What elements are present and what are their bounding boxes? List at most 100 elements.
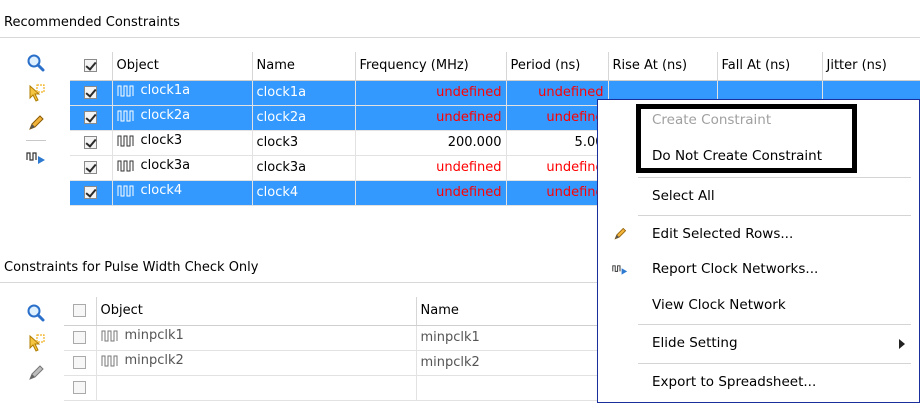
context-menu: Create Constraint Do Not Create Constrai… [597, 99, 920, 403]
object-cell[interactable]: minpclk2 [96, 350, 417, 376]
frequency-cell[interactable]: 200.000 [355, 130, 507, 156]
row-checkbox[interactable] [84, 86, 98, 99]
clock-waveform-icon [117, 135, 133, 147]
object-name: minpclk1 [124, 328, 184, 344]
pencil-icon [29, 115, 44, 130]
menu-item-export-to-spreadsheet[interactable]: Export to Spreadsheet... [598, 367, 919, 397]
column-header-frequency[interactable]: Frequency (MHz) [355, 52, 507, 81]
edit-button[interactable] [22, 360, 50, 386]
object-name: clock1a [140, 83, 191, 99]
menu-divider [638, 324, 911, 325]
clock-network-report-icon [612, 265, 628, 275]
column-header-name[interactable]: Name [252, 52, 356, 81]
row-checkbox[interactable] [73, 356, 87, 369]
clock-waveform-icon [117, 110, 133, 122]
recommended-constraints-title: Recommended Constraints [4, 15, 180, 30]
object-cell[interactable]: clock3 [112, 130, 253, 156]
edit-button[interactable] [22, 110, 50, 136]
column-header-object[interactable]: Object [96, 297, 417, 326]
row-checkbox[interactable] [84, 111, 98, 124]
pencil-icon [614, 227, 627, 240]
period-cell[interactable]: 5.00 [506, 130, 609, 156]
section-divider [0, 37, 920, 38]
object-cell[interactable]: clock4 [112, 180, 253, 206]
name-cell[interactable]: clock1a [252, 80, 356, 106]
name-cell[interactable]: clock2a [252, 105, 356, 131]
menu-item-label: Elide Setting [652, 335, 738, 351]
object-name: clock3 [140, 133, 183, 149]
column-header-period[interactable]: Period (ns) [506, 52, 609, 81]
row-checkbox[interactable] [84, 161, 98, 174]
name-cell[interactable]: clock3 [252, 130, 356, 156]
row-checkbox[interactable] [84, 186, 98, 199]
search-icon [27, 54, 45, 72]
menu-item-create-constraint[interactable]: Create Constraint [598, 105, 919, 135]
period-cell[interactable]: undefined [506, 80, 609, 106]
select-arrow-icon [29, 84, 45, 102]
row-checkbox-cell[interactable] [64, 325, 97, 351]
select-all-checkbox-cell[interactable] [70, 52, 113, 81]
select-all-checkbox[interactable] [84, 59, 98, 73]
menu-item-label: Edit Selected Rows... [652, 226, 794, 242]
menu-item-do-not-create-constraint[interactable]: Do Not Create Constraint [598, 141, 919, 171]
menu-item-label: Report Clock Networks... [652, 261, 819, 277]
search-button[interactable] [22, 50, 50, 76]
submenu-arrow-icon [899, 339, 905, 349]
column-header-object[interactable]: Object [112, 52, 253, 81]
period-cell[interactable]: undefine [506, 105, 609, 131]
object-cell[interactable]: clock1a [112, 80, 253, 106]
row-checkbox[interactable] [73, 331, 87, 344]
search-icon [27, 304, 45, 322]
clock-waveform-icon [117, 185, 133, 197]
table-header-row: Object Name Frequency (MHz) Period (ns) … [70, 52, 920, 81]
report-clock-networks-button[interactable] [22, 144, 50, 170]
menu-item-report-clock-networks[interactable]: Report Clock Networks... [598, 254, 919, 284]
frequency-cell[interactable]: undefined [355, 105, 507, 131]
pencil-icon [29, 365, 44, 380]
row-checkbox-cell[interactable] [70, 155, 113, 181]
object-cell[interactable]: minpclk1 [96, 325, 417, 351]
clock-waveform-icon [117, 160, 133, 172]
object-name: minpclk2 [124, 353, 184, 369]
menu-divider [638, 177, 911, 178]
clock-waveform-icon [117, 85, 133, 97]
row-checkbox-cell[interactable] [70, 80, 113, 106]
frequency-cell[interactable]: undefined [355, 80, 507, 106]
column-header-jitter[interactable]: Jitter (ns) [822, 52, 920, 81]
select-all-checkbox-cell[interactable] [64, 297, 97, 326]
row-checkbox-cell[interactable] [64, 350, 97, 376]
name-cell[interactable]: clock4 [252, 180, 356, 206]
menu-item-elide-setting[interactable]: Elide Setting [598, 328, 919, 358]
select-arrow-icon [29, 334, 45, 352]
period-cell[interactable]: undefine [506, 155, 609, 181]
menu-item-select-all[interactable]: Select All [598, 181, 919, 211]
frequency-cell[interactable]: undefined [355, 180, 507, 206]
object-cell[interactable]: clock2a [112, 105, 253, 131]
name-cell[interactable]: clock3a [252, 155, 356, 181]
select-all-checkbox[interactable] [73, 304, 87, 318]
row-checkbox-cell[interactable] [70, 180, 113, 206]
object-cell[interactable] [96, 375, 417, 401]
clock-waveform-icon [101, 355, 117, 367]
column-header-rise-at[interactable]: Rise At (ns) [608, 52, 718, 81]
search-button[interactable] [22, 300, 50, 326]
menu-item-edit-selected-rows[interactable]: Edit Selected Rows... [598, 219, 919, 249]
select-button[interactable] [22, 80, 50, 106]
row-checkbox-cell[interactable] [70, 105, 113, 131]
row-checkbox[interactable] [84, 136, 98, 149]
row-checkbox-cell[interactable] [70, 130, 113, 156]
row-checkbox-cell[interactable] [64, 375, 97, 401]
object-cell[interactable]: clock3a [112, 155, 253, 181]
object-name: clock2a [140, 108, 191, 124]
menu-item-view-clock-network[interactable]: View Clock Network [598, 290, 919, 320]
object-name: clock4 [140, 183, 183, 199]
select-button[interactable] [22, 330, 50, 356]
column-header-fall-at[interactable]: Fall At (ns) [717, 52, 823, 81]
toolbar-divider [26, 140, 46, 141]
object-name: clock3a [140, 158, 191, 174]
period-cell[interactable]: undefine [506, 180, 609, 206]
row-checkbox[interactable] [73, 381, 87, 394]
clock-waveform-icon [101, 330, 117, 342]
frequency-cell[interactable]: undefined [355, 155, 507, 181]
menu-divider [638, 363, 911, 364]
